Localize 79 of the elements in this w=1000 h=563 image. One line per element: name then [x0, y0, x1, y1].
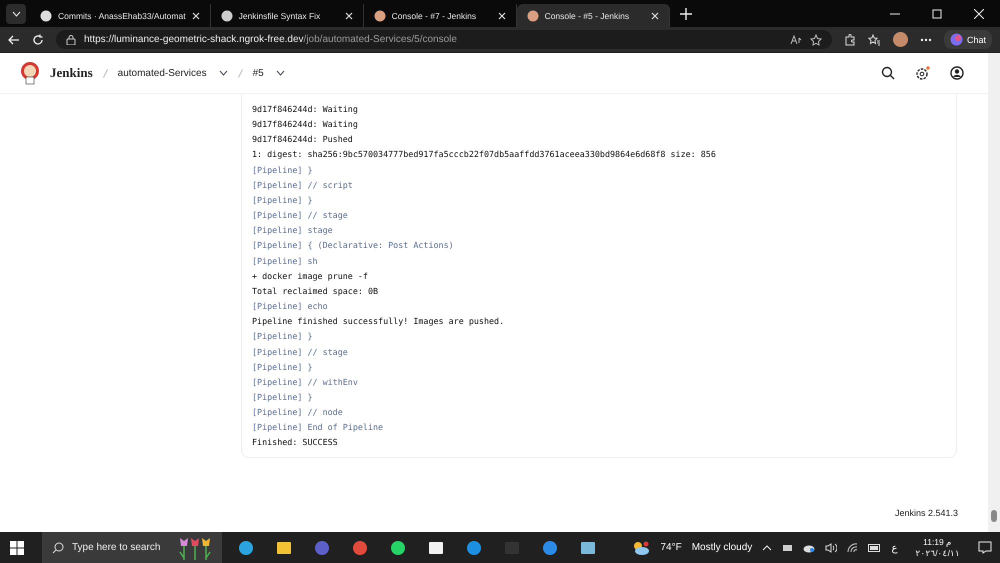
- console-line: [Pipeline] // stage: [252, 209, 349, 222]
- close-icon[interactable]: [192, 12, 200, 20]
- chevron-down-icon[interactable]: [276, 70, 285, 76]
- address-bar[interactable]: https://luminance-geometric-shack.ngrok-free.dev/job/automated-Services/5/console: [56, 30, 832, 49]
- close-icon[interactable]: [344, 12, 353, 20]
- version-text[interactable]: Jenkins 2.541.3: [894, 508, 958, 518]
- console-line: + docker image prune -f: [252, 270, 369, 283]
- breadcrumb-separator-icon: [102, 68, 108, 78]
- input-language[interactable]: ع: [891, 542, 898, 554]
- console-line: 9d17f846244d: Waiting: [252, 103, 359, 116]
- wifi-icon[interactable]: [847, 542, 858, 552]
- volume-icon[interactable]: [825, 542, 838, 552]
- console-line: [Pipeline] // node: [252, 406, 344, 420]
- user-icon[interactable]: [950, 66, 964, 80]
- console-line: [Pipeline] // script: [252, 178, 354, 192]
- clock-date[interactable]: ٢٠٢٦/٠٤/١١: [915, 548, 960, 558]
- console-line: [Pipeline] }: [252, 164, 314, 177]
- butler-logo-icon[interactable]: [20, 61, 40, 85]
- tab-list-button[interactable]: [6, 4, 26, 24]
- favicon-icon: [220, 10, 233, 22]
- copilot-icon: [950, 33, 963, 46]
- console-line: [Pipeline] }: [252, 360, 314, 374]
- console-line: [Pipeline] stage: [252, 224, 334, 238]
- taskbar-search-bar[interactable]: Type here to search: [42, 532, 222, 563]
- browser-tab[interactable]: Console - #5 - Jenkins: [516, 4, 670, 27]
- search-icon[interactable]: [881, 66, 895, 80]
- profile-avatar[interactable]: [892, 32, 908, 47]
- more-icon[interactable]: [920, 38, 932, 42]
- chevron-down-icon: [12, 10, 20, 16]
- console-line: [Pipeline] sh: [252, 254, 319, 268]
- chevron-down-icon[interactable]: [218, 70, 228, 76]
- console-line: 9d17f846244d: Waiting: [252, 118, 359, 132]
- chevron-up-icon[interactable]: [762, 544, 772, 550]
- puzzle-icon[interactable]: [844, 34, 856, 46]
- jenkins-brand-link[interactable]: Jenkins: [50, 65, 93, 81]
- weather-cloud-icon: [632, 540, 650, 554]
- breadcrumb-separator-icon: [238, 68, 243, 78]
- console-line: [Pipeline] { (Declarative: Post Actions): [252, 239, 455, 252]
- clock-time[interactable]: 11:19 م: [923, 536, 952, 548]
- console-line: [Pipeline] // stage: [252, 346, 349, 359]
- weather-temperature[interactable]: 74°F: [660, 542, 682, 553]
- weather-condition[interactable]: Mostly cloudy: [692, 542, 752, 553]
- lock-icon: [66, 34, 76, 44]
- console-line: Pipeline finished successfully! Images are pushed.: [252, 315, 506, 328]
- close-icon[interactable]: [650, 12, 659, 20]
- console-line: Finished: SUCCESS: [252, 436, 339, 450]
- close-icon[interactable]: [974, 8, 984, 18]
- console-line: 9d17f846244d: Pushed: [252, 133, 354, 146]
- console-line: Total reclaimed space: 0B: [252, 284, 380, 298]
- console-line: [Pipeline] }: [252, 330, 314, 344]
- breadcrumb-link[interactable]: automated-Services: [118, 68, 207, 78]
- favicon-icon: [374, 10, 386, 22]
- console-line: 1: digest: sha256:9bc570034777bed917fa5cccb22f07db5aaffdd3761aceea330bd9864e6d68f8 size: 856: [252, 148, 717, 162]
- maximize-icon[interactable]: [932, 8, 942, 18]
- favorites-icon[interactable]: [868, 34, 881, 46]
- refresh-icon[interactable]: [32, 34, 44, 46]
- console-line: [Pipeline] }: [252, 194, 314, 207]
- back-icon[interactable]: [8, 34, 20, 46]
- url-text: https://luminance-geometric-shack.ngrok-free.dev/job/automated-Services/5/console: [84, 34, 457, 45]
- console-line: [Pipeline] echo: [252, 300, 329, 314]
- notification-icon[interactable]: [978, 541, 992, 554]
- favicon-icon: [526, 10, 539, 22]
- console-line: [Pipeline] End of Pipeline: [252, 421, 384, 434]
- search-icon[interactable]: [52, 542, 64, 554]
- cloud-icon[interactable]: [803, 542, 816, 552]
- favicon-icon: [40, 10, 52, 22]
- new-tab-icon[interactable]: [680, 8, 692, 20]
- star-icon[interactable]: [810, 34, 822, 46]
- battery-icon[interactable]: [868, 544, 882, 552]
- copilot-chat-button[interactable]: Chat: [944, 30, 992, 49]
- close-icon[interactable]: [498, 12, 506, 20]
- breadcrumb-link[interactable]: #5: [252, 68, 264, 78]
- windows-start-icon[interactable]: [10, 540, 24, 554]
- scrollbar[interactable]: [988, 53, 1000, 532]
- read-aloud-icon[interactable]: [790, 34, 802, 44]
- console-line: [Pipeline] // withEnv: [252, 376, 359, 389]
- settings-icon[interactable]: [915, 66, 930, 80]
- console-line: [Pipeline] }: [252, 390, 314, 404]
- search-field[interactable]: Type here to search: [72, 542, 166, 553]
